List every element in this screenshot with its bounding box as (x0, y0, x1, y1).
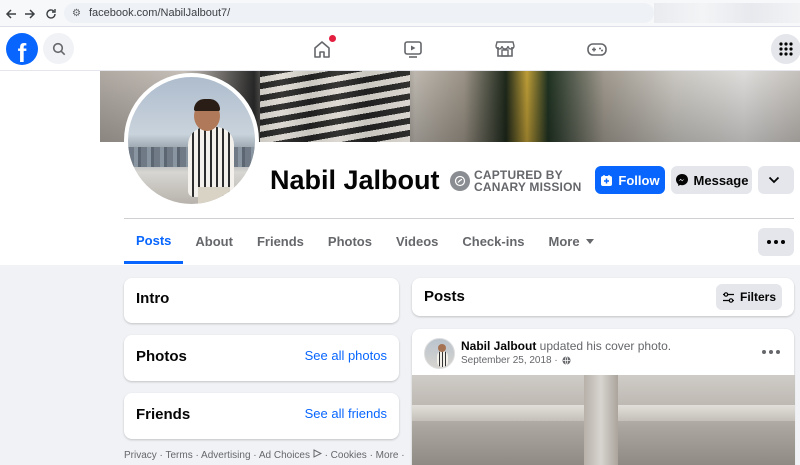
avatar-hair (194, 99, 220, 111)
capture-badge-icon (450, 171, 470, 191)
facebook-header: f (0, 27, 800, 71)
more-dots-icon (781, 240, 785, 244)
notification-dot (329, 35, 336, 42)
tab-more-label: More (548, 234, 580, 249)
photos-title: Photos (136, 348, 187, 365)
globe-icon (562, 356, 571, 365)
more-dots-icon (776, 350, 780, 354)
post-options-button[interactable] (762, 350, 780, 354)
menu-grid-icon (779, 42, 793, 56)
see-all-photos-link[interactable]: See all photos (305, 348, 387, 363)
facebook-logo[interactable]: f (6, 33, 38, 65)
profile-tabs: Posts About Friends Photos Videos Check-… (124, 219, 606, 264)
gaming-tab[interactable] (585, 37, 609, 61)
caret-down-icon (585, 238, 594, 244)
stamp-line-2: CANARY MISSION (474, 180, 582, 194)
more-options-button[interactable] (758, 228, 794, 256)
adchoices-icon (313, 449, 322, 458)
video-tab[interactable] (401, 37, 425, 61)
forward-arrow-icon[interactable] (19, 3, 41, 25)
home-tab[interactable] (310, 35, 336, 61)
friends-card: Friends See all friends (124, 393, 399, 439)
home-icon (314, 41, 330, 58)
reload-icon[interactable] (40, 3, 62, 25)
tab-friends[interactable]: Friends (245, 219, 316, 264)
post-cover-photo[interactable] (412, 375, 795, 465)
footer-links-text: Privacy · Terms · Advertising · Ad Choic… (124, 450, 310, 461)
tab-more[interactable]: More (537, 219, 606, 264)
post-avatar-body (437, 351, 448, 367)
profile-name: Nabil Jalbout (270, 165, 440, 195)
filters-label: Filters (739, 290, 776, 304)
message-label: Message (693, 172, 749, 188)
profile-picture[interactable] (124, 73, 259, 208)
message-button[interactable]: Message (671, 166, 752, 194)
browser-toolbar: ⚙ facebook.com/NabilJalbout7/ (0, 0, 800, 27)
more-dots-icon (774, 240, 778, 244)
follow-icon (601, 174, 613, 186)
chevron-down-icon (768, 176, 779, 184)
post-timestamp[interactable]: September 25, 2018 · (461, 355, 571, 366)
post-image-pillar (584, 375, 618, 465)
blurred-extensions (654, 3, 800, 23)
messenger-icon (675, 174, 688, 186)
menu-button[interactable] (771, 34, 800, 64)
more-dots-icon (762, 350, 766, 354)
post-author-link[interactable]: Nabil Jalbout (461, 339, 536, 353)
post-date-text: September 25, 2018 · (461, 355, 558, 366)
filters-icon (722, 291, 734, 303)
address-bar[interactable]: ⚙ facebook.com/NabilJalbout7/ (64, 3, 654, 23)
tab-about[interactable]: About (183, 219, 245, 264)
see-all-friends-link[interactable]: See all friends (305, 406, 387, 421)
gaming-icon (587, 43, 607, 56)
post-action-text: updated his cover photo. (536, 339, 672, 353)
tab-videos[interactable]: Videos (384, 219, 450, 264)
tab-photos[interactable]: Photos (316, 219, 384, 264)
more-dots-icon (769, 350, 773, 354)
post-author-avatar[interactable] (424, 338, 455, 369)
filters-button[interactable]: Filters (716, 284, 782, 310)
post-avatar-head (438, 344, 446, 352)
tab-check-ins[interactable]: Check-ins (450, 219, 536, 264)
follow-button[interactable]: Follow (595, 166, 665, 194)
marketplace-icon (495, 41, 515, 57)
search-button[interactable] (43, 33, 74, 64)
cover-photo-detail (260, 71, 410, 142)
capture-stamp: CAPTURED BY CANARY MISSION (450, 169, 581, 193)
posts-title: Posts (424, 288, 465, 305)
intro-card: Intro (124, 278, 399, 323)
marketplace-tab[interactable] (493, 37, 517, 61)
url-text: facebook.com/NabilJalbout7/ (88, 7, 231, 19)
follow-label: Follow (618, 172, 660, 188)
friends-title: Friends (136, 406, 191, 423)
video-icon (404, 41, 422, 58)
search-icon (52, 42, 65, 55)
post-headline: Nabil Jalbout updated his cover photo. (461, 339, 671, 353)
photos-card: Photos See all photos (124, 335, 399, 381)
footer-links[interactable]: Privacy · Terms · Advertising · Ad Choic… (124, 449, 405, 461)
more-dots-icon (767, 240, 771, 244)
intro-title: Intro (136, 290, 170, 307)
profile-options-button[interactable] (758, 166, 794, 194)
footer-links-tail: · Cookies · More · (324, 450, 405, 461)
site-settings-icon[interactable]: ⚙ (72, 8, 81, 19)
tab-posts[interactable]: Posts (124, 219, 184, 264)
